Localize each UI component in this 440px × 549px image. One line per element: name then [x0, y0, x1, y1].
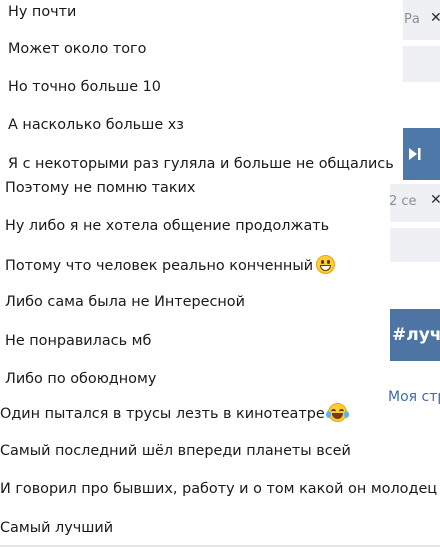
- message-2: Может около того: [8, 41, 147, 57]
- message-6: Поэтому не помню таких: [5, 180, 196, 196]
- my-page-link[interactable]: Моя стр: [388, 389, 440, 405]
- bottom-divider: [0, 545, 440, 547]
- message-14: И говорил про бывших, работу и о том как…: [0, 481, 438, 497]
- message-10: Не понравилась мб: [5, 333, 152, 349]
- skip-forward-icon: [409, 148, 421, 160]
- grinning-face-icon: [316, 255, 336, 274]
- notification-1-text: Ра: [404, 12, 420, 27]
- message-7: Ну либо я не хотела общение продолжать: [5, 218, 330, 234]
- message-15: Самый лучший: [0, 520, 114, 536]
- message-9: Либо сама была не Интересной: [5, 294, 245, 310]
- message-1: Ну почти: [8, 4, 77, 20]
- hashtag-banner[interactable]: #лучш: [390, 309, 440, 361]
- message-8-text: Потому что человек реально конченный: [5, 258, 314, 274]
- message-8: Потому что человек реально конченный: [5, 255, 336, 275]
- message-5: Я с некоторыми раз гуляла и больше не об…: [8, 156, 394, 172]
- message-4: А насколько больше хз: [8, 117, 184, 133]
- media-player-button[interactable]: [403, 128, 440, 180]
- close-icon[interactable]: ✕: [430, 10, 440, 26]
- notification-strip-1b: [403, 46, 440, 82]
- notification-2-text: 2 се: [389, 194, 417, 209]
- notification-strip-2b: [390, 228, 440, 262]
- message-12-text: Один пытался в трусы лезть в кинотеатре: [0, 406, 325, 422]
- message-12: Один пытался в трусы лезть в кинотеатре: [0, 403, 349, 423]
- message-11: Либо по обоюдному: [5, 371, 157, 387]
- face-with-tears-of-joy-icon: [325, 403, 349, 422]
- close-icon-2[interactable]: ✕: [430, 192, 440, 208]
- message-3: Но точно больше 10: [8, 79, 161, 95]
- message-13: Самый последний шёл впереди планеты всей: [0, 443, 351, 459]
